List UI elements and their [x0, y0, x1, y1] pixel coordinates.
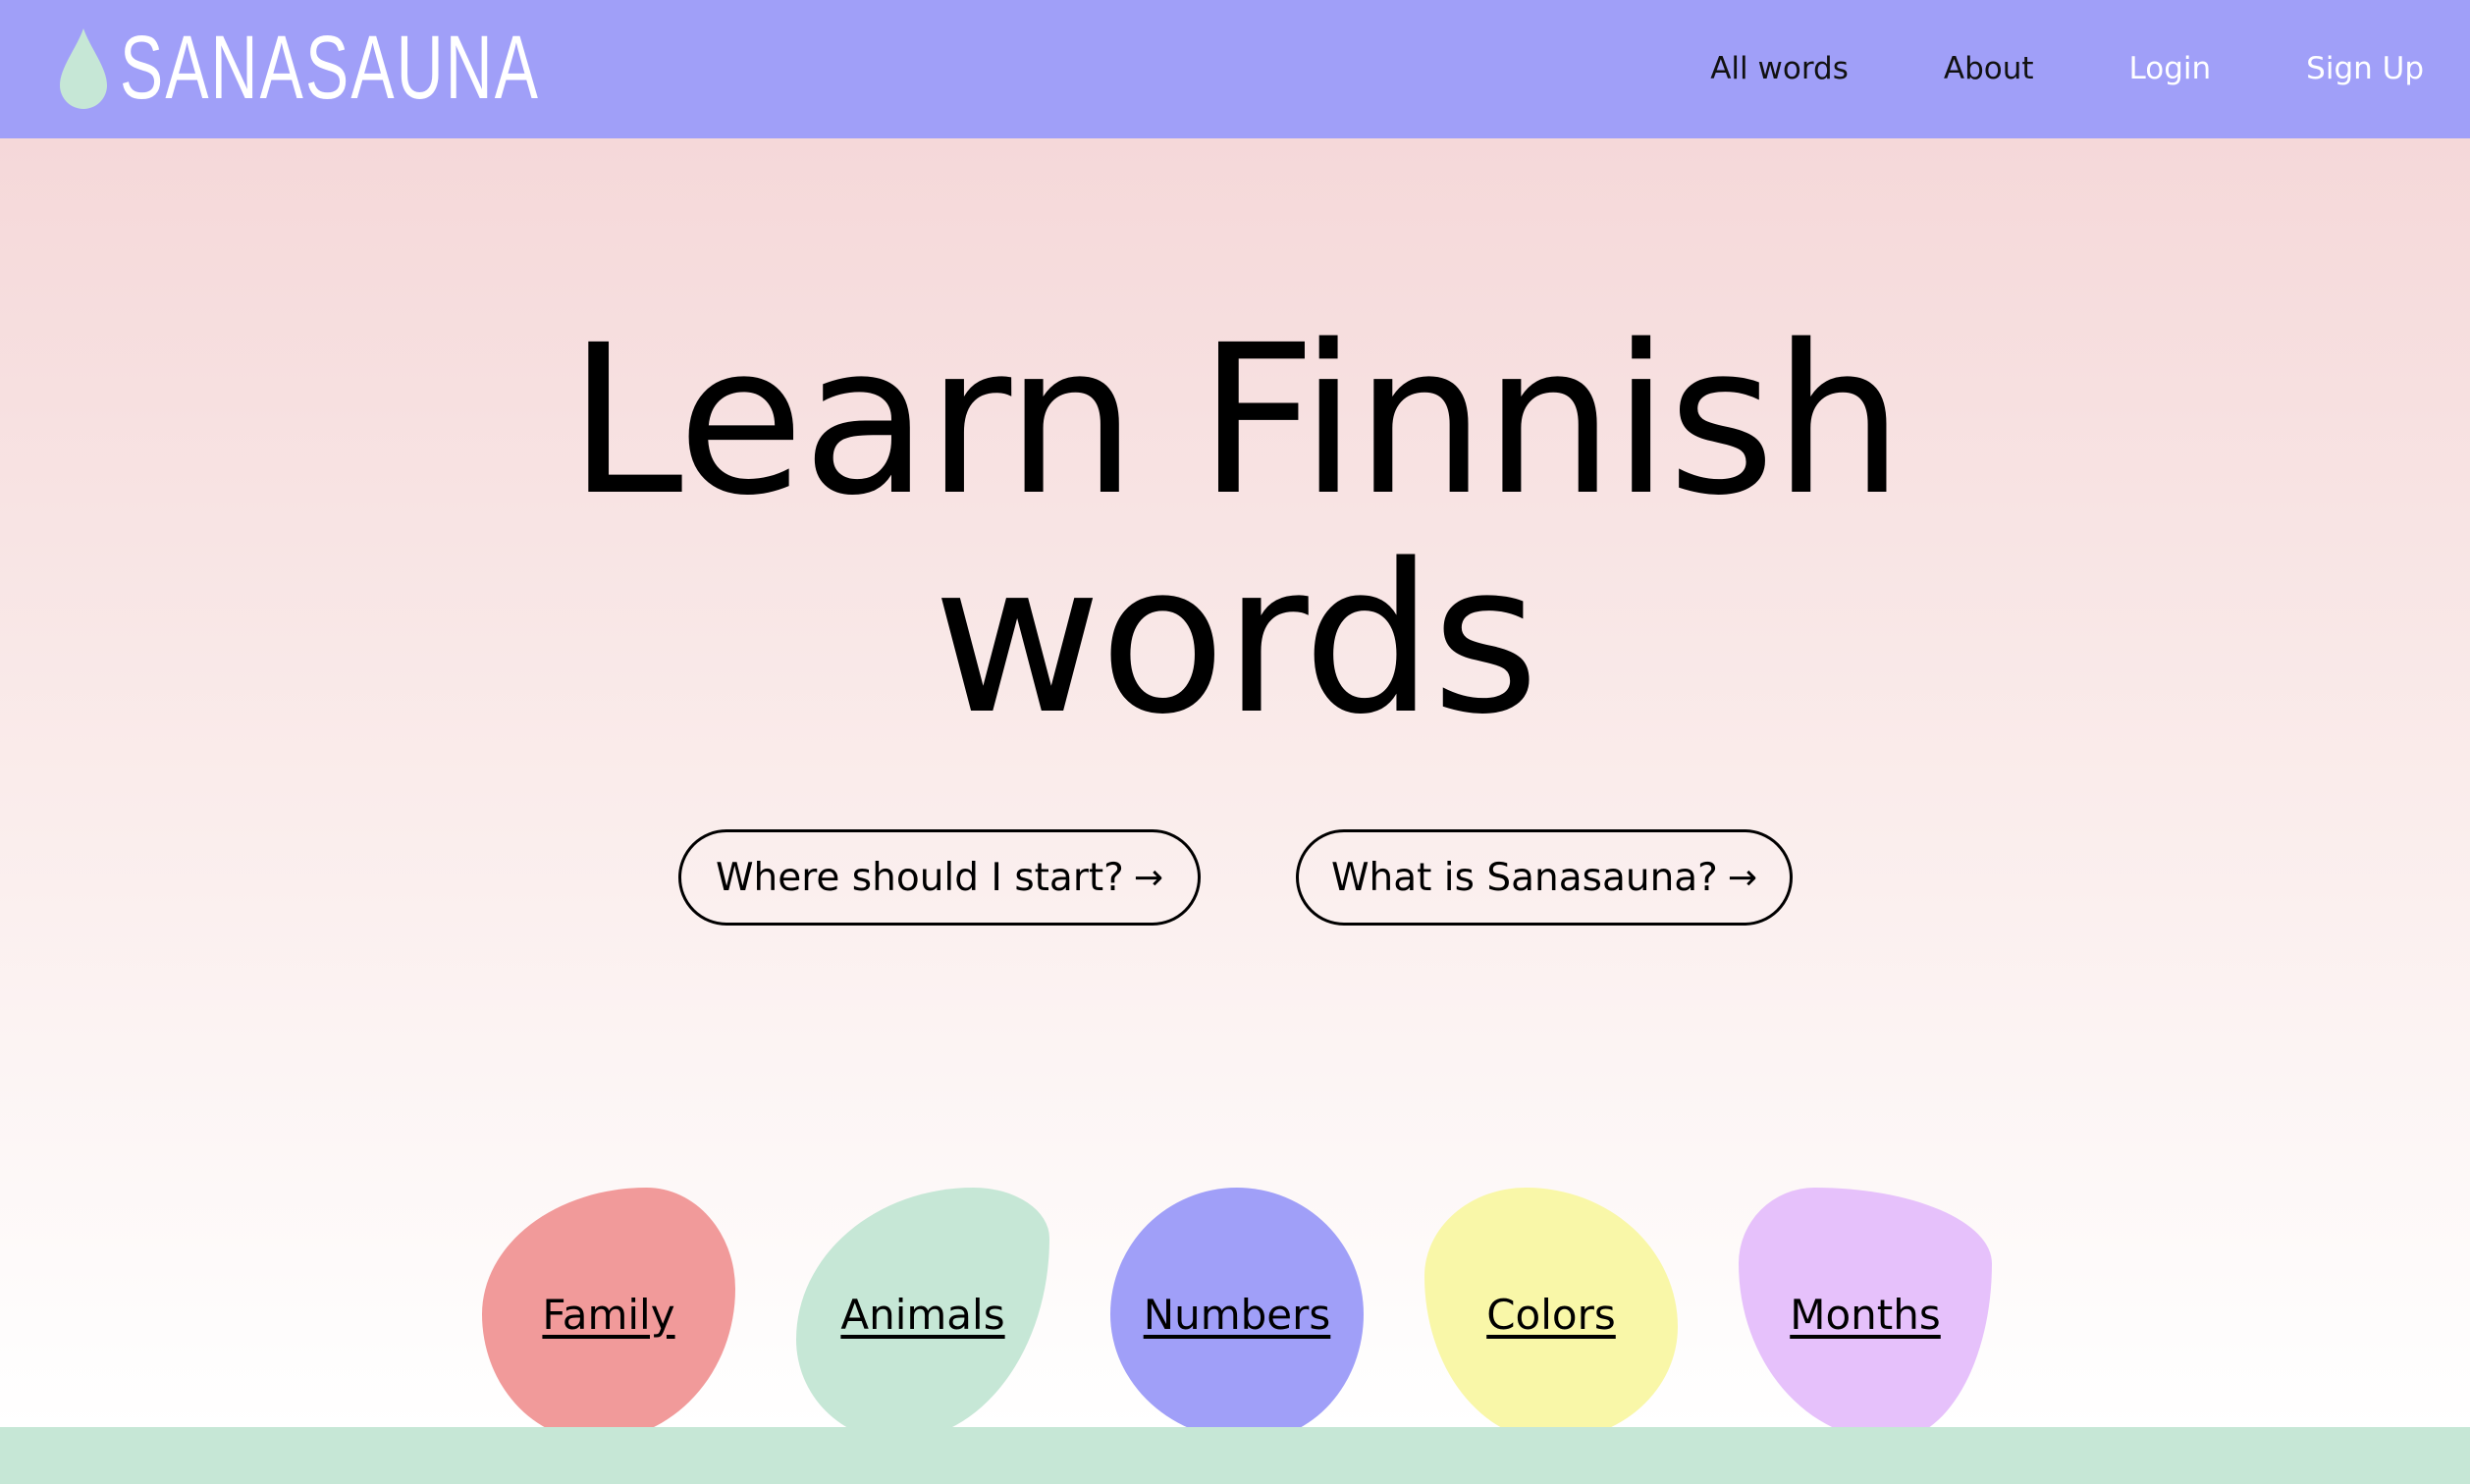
footer-bar — [0, 1427, 2470, 1484]
category-label: Numbers — [1143, 1290, 1331, 1339]
nav-about-link[interactable]: About — [1944, 51, 2034, 86]
brand-name: SANASAUNA — [120, 18, 541, 118]
what-is-sanasauna-button[interactable]: What is Sanasauna? → — [1296, 829, 1793, 926]
category-label: Months — [1790, 1290, 1941, 1339]
arrow-right-icon: → — [1133, 857, 1164, 898]
where-to-start-button[interactable]: Where should I start? → — [678, 829, 1201, 926]
category-animals-link[interactable]: Animals — [796, 1188, 1049, 1441]
category-colors-link[interactable]: Colors — [1424, 1188, 1678, 1441]
nav-all-words-link[interactable]: All words — [1710, 51, 1849, 86]
nav-signup-link[interactable]: Sign Up — [2306, 51, 2424, 86]
category-label: Animals — [840, 1290, 1005, 1339]
category-label: Family — [542, 1290, 675, 1339]
category-months-link[interactable]: Months — [1739, 1188, 1992, 1441]
hero-section: Learn Finnish words Where should I start… — [0, 138, 2470, 1441]
top-navigation-bar: SANASAUNA All words About Login Sign Up — [0, 0, 2470, 138]
nav-login-link[interactable]: Login — [2129, 51, 2212, 86]
hero-headline-line-1: Learn Finnish — [567, 300, 1905, 541]
main-nav: All words About Login Sign Up — [1710, 43, 2424, 94]
water-drop-icon — [60, 27, 107, 109]
hero-headline-line-2: words — [933, 519, 1539, 760]
category-family-link[interactable]: Family — [482, 1188, 735, 1441]
arrow-right-icon: → — [1727, 857, 1758, 898]
where-to-start-label: Where should I start? — [715, 855, 1124, 900]
category-label: Colors — [1486, 1290, 1616, 1339]
category-numbers-link[interactable]: Numbers — [1110, 1188, 1364, 1441]
brand-logo[interactable]: SANASAUNA — [57, 22, 704, 115]
what-is-sanasauna-label: What is Sanasauna? — [1330, 855, 1718, 900]
